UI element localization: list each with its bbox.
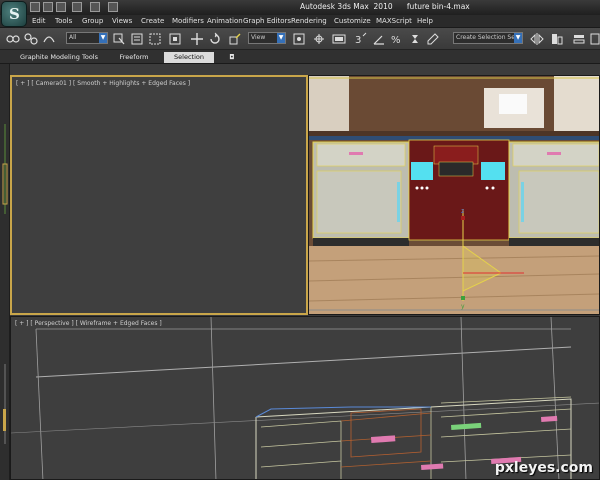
ribbon-options-icon[interactable]: ◘	[226, 52, 238, 63]
menu-tools[interactable]: Tools	[55, 17, 72, 25]
redo-icon[interactable]	[90, 2, 100, 12]
select-and-rotate-icon[interactable]	[208, 32, 222, 46]
chevron-down-icon: ▼	[99, 33, 107, 43]
select-and-link-icon[interactable]	[6, 32, 20, 46]
gizmo-y-label: y	[461, 303, 465, 310]
kitchen-render: z y	[309, 76, 599, 314]
spinner-snap-icon[interactable]	[408, 32, 422, 46]
perspective-viewport[interactable]: [ + ] [ Perspective ] [ Wireframe + Edge…	[10, 316, 600, 480]
menu-bar: Edit Tools Group Views Create Modifiers …	[0, 15, 600, 28]
undo-icon[interactable]	[72, 2, 82, 12]
menu-graph-editors[interactable]: Graph Editors	[243, 17, 291, 25]
file-name: future bin-4.max	[406, 2, 470, 11]
tab-graphite-modeling-tools[interactable]: Graphite Modeling Tools	[15, 52, 103, 63]
menu-views[interactable]: Views	[112, 17, 132, 25]
mirror-icon[interactable]	[530, 32, 544, 46]
select-and-manipulate-icon[interactable]	[312, 32, 326, 46]
save-file-icon[interactable]	[56, 2, 66, 12]
menu-maxscript[interactable]: MAXScript	[376, 17, 412, 25]
graphite-toggle-icon[interactable]	[590, 32, 600, 46]
rectangular-selection-icon[interactable]	[148, 32, 162, 46]
gizmo-z-label: z	[461, 208, 464, 215]
edit-named-selection-icon[interactable]	[426, 32, 440, 46]
select-and-scale-icon[interactable]	[228, 32, 242, 46]
select-by-name-icon[interactable]	[130, 32, 144, 46]
selection-filter-dropdown[interactable]: All ▼	[66, 32, 108, 44]
window-crossing-icon[interactable]	[168, 32, 182, 46]
bind-to-space-warp-icon[interactable]	[42, 32, 56, 46]
menu-customize[interactable]: Customize	[334, 17, 371, 25]
align-icon[interactable]	[550, 32, 564, 46]
tab-freeform[interactable]: Freeform	[110, 52, 158, 63]
named-selection-set-dropdown[interactable]: Create Selection Se ▼	[453, 32, 523, 44]
unlink-selection-icon[interactable]	[24, 32, 38, 46]
camera-viewport-label[interactable]: [ + ] [ Camera01 ] [ Smooth + Highlights…	[16, 80, 190, 87]
layer-manager-icon[interactable]	[572, 32, 586, 46]
reference-coordinate-dropdown[interactable]: View ▼	[248, 32, 286, 44]
svg-text:%: %	[391, 35, 401, 46]
ribbon-tabs: Graphite Modeling Tools Freeform Selecti…	[0, 50, 600, 64]
tab-selection[interactable]: Selection	[164, 52, 214, 63]
reference-coordinate-value: View	[251, 34, 266, 41]
chevron-down-icon: ▼	[277, 33, 285, 43]
application-button[interactable]: S	[1, 1, 27, 27]
viewport-left-strip	[0, 64, 10, 480]
menu-animation[interactable]: Animation	[207, 17, 243, 25]
menu-rendering[interactable]: Rendering	[291, 17, 327, 25]
keyboard-shortcut-override-icon[interactable]	[332, 32, 346, 46]
select-object-icon[interactable]	[112, 32, 126, 46]
menu-help[interactable]: Help	[417, 17, 433, 25]
chevron-down-icon: ▼	[514, 33, 522, 43]
window-title: Autodesk 3ds Max 2010 future bin-4.max	[300, 2, 470, 11]
snaps-toggle-icon[interactable]: 3	[354, 32, 368, 46]
rendered-viewport[interactable]: z y	[308, 75, 600, 315]
percent-snap-icon[interactable]: %	[390, 32, 404, 46]
wireframe-scene	[11, 317, 599, 479]
menu-edit[interactable]: Edit	[32, 17, 46, 25]
app-logo-letter: S	[9, 5, 20, 23]
select-and-move-icon[interactable]	[190, 32, 204, 46]
watermark: pxleyes.com	[494, 460, 593, 476]
svg-text:3: 3	[355, 35, 361, 46]
project-folder-icon[interactable]	[108, 2, 118, 12]
angle-snap-icon[interactable]	[372, 32, 386, 46]
main-toolbar: All ▼ View ▼ 3 % Create Selection Se ▼	[0, 28, 600, 50]
named-selection-set-placeholder: Create Selection Se	[456, 34, 515, 41]
app-window: Autodesk 3ds Max 2010 future bin-4.max S…	[0, 0, 600, 480]
selection-filter-value: All	[69, 34, 77, 41]
app-name: Autodesk 3ds Max 2010	[300, 2, 393, 11]
menu-group[interactable]: Group	[82, 17, 103, 25]
new-file-icon[interactable]	[30, 2, 40, 12]
title-bar: Autodesk 3ds Max 2010 future bin-4.max	[0, 0, 600, 15]
menu-modifiers[interactable]: Modifiers	[172, 17, 204, 25]
menu-create[interactable]: Create	[141, 17, 164, 25]
camera-viewport[interactable]: [ + ] [ Camera01 ] [ Smooth + Highlights…	[10, 75, 308, 315]
pivot-center-icon[interactable]	[292, 32, 306, 46]
open-file-icon[interactable]	[43, 2, 53, 12]
